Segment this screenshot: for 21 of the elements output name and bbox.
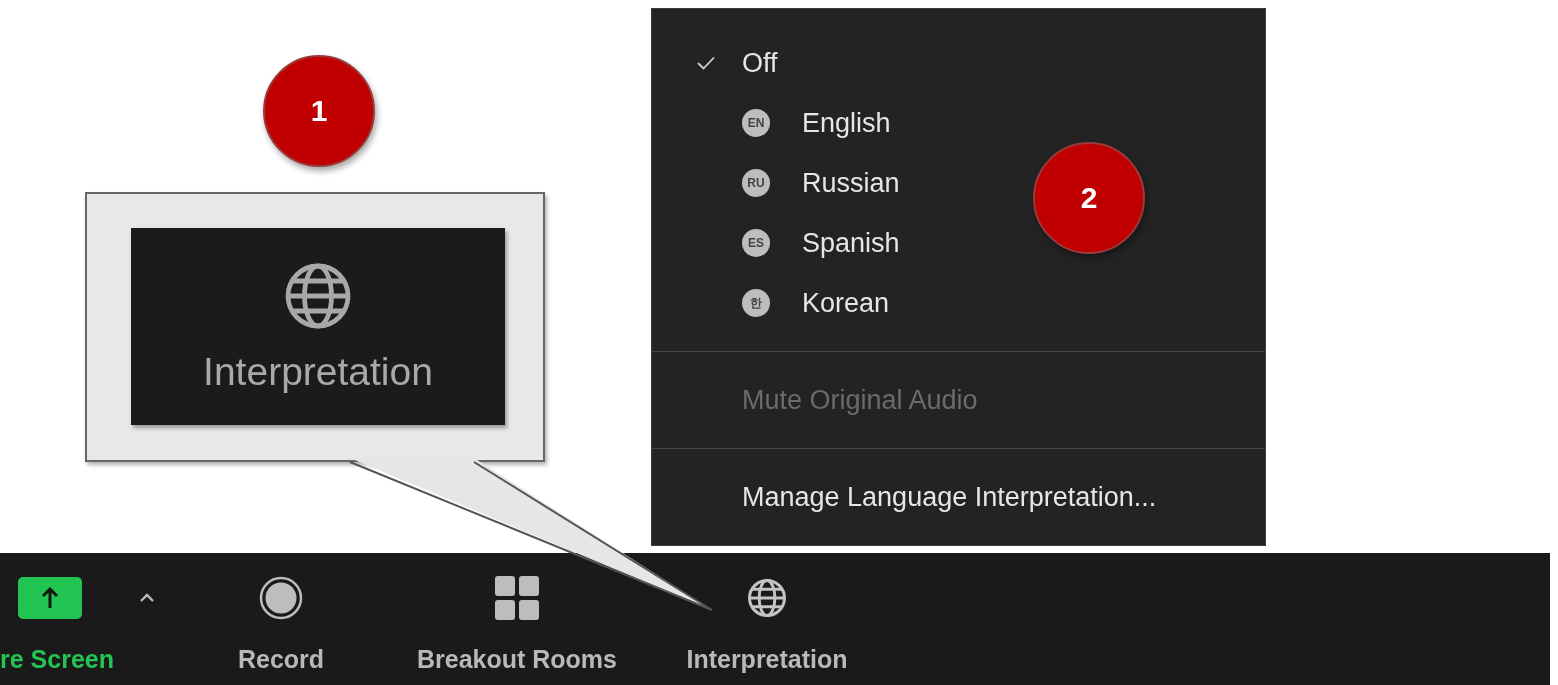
menu-item[interactable]: Korean <box>802 287 890 319</box>
interpretation-button[interactable]: Interpretation <box>686 573 848 674</box>
record-button[interactable]: Record <box>237 573 325 674</box>
language-code-badge: ES <box>742 229 770 257</box>
grid-icon <box>495 576 539 620</box>
language-code-badge: 한 <box>742 289 770 317</box>
record-icon <box>259 576 303 620</box>
menu-item[interactable]: Off <box>742 47 778 79</box>
menu-item[interactable]: Manage Language Interpretation... <box>742 481 1157 513</box>
breakout-button[interactable]: Breakout Rooms <box>416 573 617 674</box>
language-code-badge: RU <box>742 169 770 197</box>
step-badge: 1 <box>263 55 375 167</box>
globe-icon <box>746 577 788 619</box>
language-code-badge: EN <box>742 109 770 137</box>
menu-item[interactable]: English <box>802 107 891 139</box>
menu-item[interactable]: Russian <box>802 167 900 199</box>
menu-item[interactable]: Spanish <box>802 227 900 259</box>
interpretation-label: Interpretation <box>203 349 433 394</box>
caret-icon[interactable] <box>139 593 155 603</box>
share-button[interactable]: re Screen <box>0 573 114 674</box>
share-screen-icon <box>18 577 82 619</box>
